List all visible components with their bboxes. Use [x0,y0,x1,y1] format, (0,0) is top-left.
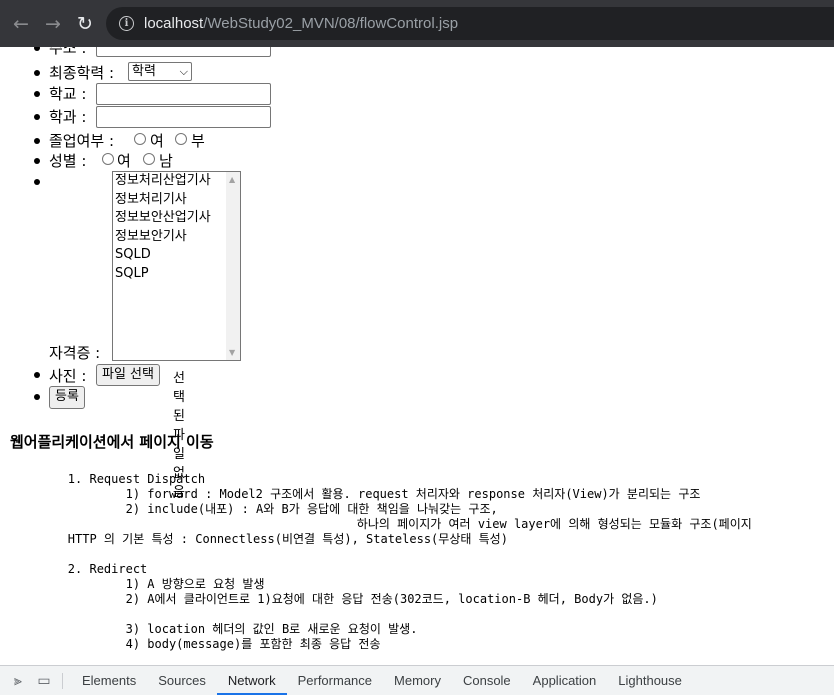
education-label: 최종학력 : [49,64,115,82]
inspect-element-icon[interactable]: ⫸ [6,669,30,693]
graduated-no-radio[interactable] [175,133,187,145]
back-icon[interactable]: ← [6,9,36,39]
tab-elements[interactable]: Elements [71,666,147,695]
graduated-yes-radio[interactable] [134,133,146,145]
forward-icon[interactable]: → [38,9,68,39]
gender-female-label: 여 [117,152,131,170]
address-label: 주소 : [49,47,87,57]
major-label: 학과 : [49,108,87,126]
education-select[interactable]: 학력 ⌵ [128,62,192,81]
graduated-label: 졸업여부 : [49,132,115,150]
school-label: 학교 : [49,85,87,103]
site-info-icon[interactable]: i [119,16,134,31]
license-option[interactable]: 정보보안기사 [113,228,240,247]
gender-female-radio[interactable] [102,153,114,165]
section-heading: 웹어플리케이션에서 페이지 이동 [10,433,214,451]
listbox-scrollbar[interactable]: ▲ ▼ [226,172,240,360]
scroll-up-icon[interactable]: ▲ [229,175,235,184]
tab-network[interactable]: Network [216,666,287,695]
license-option[interactable]: SQLD [113,246,240,265]
gender-male-label: 남 [159,152,173,170]
major-input[interactable] [96,106,271,128]
page-viewport: 주소 : 최종학력 : 학력 ⌵ 학교 : 학과 : 졸업여부 : 여 부 성별 … [0,47,834,665]
scroll-down-icon[interactable]: ▼ [229,348,235,357]
reload-icon[interactable]: ↻ [70,9,100,39]
license-option[interactable]: SQLP [113,265,240,284]
file-select-button[interactable]: 파일 선택 [96,364,160,386]
tab-console[interactable]: Console [452,666,522,695]
license-listbox[interactable]: 정보처리산업기사 정보처리기사 정보보안산업기사 정보보안기사 SQLD SQL… [112,171,241,361]
license-label: 자격증 : [49,344,101,362]
divider [62,672,63,689]
tab-performance[interactable]: Performance [287,666,383,695]
graduated-yes-label: 여 [150,132,164,150]
tab-sources[interactable]: Sources [147,666,217,695]
license-option[interactable]: 정보보안산업기사 [113,209,240,228]
notes-text: 1. Request Dispatch 1) forward : Model2 … [67,472,752,651]
chevron-down-icon: ⌵ [179,65,188,78]
gender-male-radio[interactable] [143,153,155,165]
tab-lighthouse[interactable]: Lighthouse [607,666,693,695]
url-text: localhost/WebStudy02_MVN/08/flowControl.… [144,15,459,32]
device-toolbar-icon[interactable]: ▭ [32,669,56,693]
tab-application[interactable]: Application [522,666,608,695]
photo-label: 사진 : [49,367,87,385]
submit-button[interactable]: 등록 [49,386,85,409]
browser-toolbar: ← → ↻ i localhost/WebStudy02_MVN/08/flow… [0,0,834,47]
school-input[interactable] [96,83,271,105]
license-option[interactable]: 정보처리산업기사 [113,172,240,191]
address-bar[interactable]: i localhost/WebStudy02_MVN/08/flowContro… [106,7,834,40]
graduated-no-label: 부 [191,132,205,150]
gender-label: 성별 : [49,152,87,170]
tab-memory[interactable]: Memory [383,666,452,695]
address-input[interactable] [96,47,271,57]
devtools-tabbar: ⫸ ▭ Elements Sources Network Performance… [0,665,834,695]
license-option[interactable]: 정보처리기사 [113,191,240,210]
